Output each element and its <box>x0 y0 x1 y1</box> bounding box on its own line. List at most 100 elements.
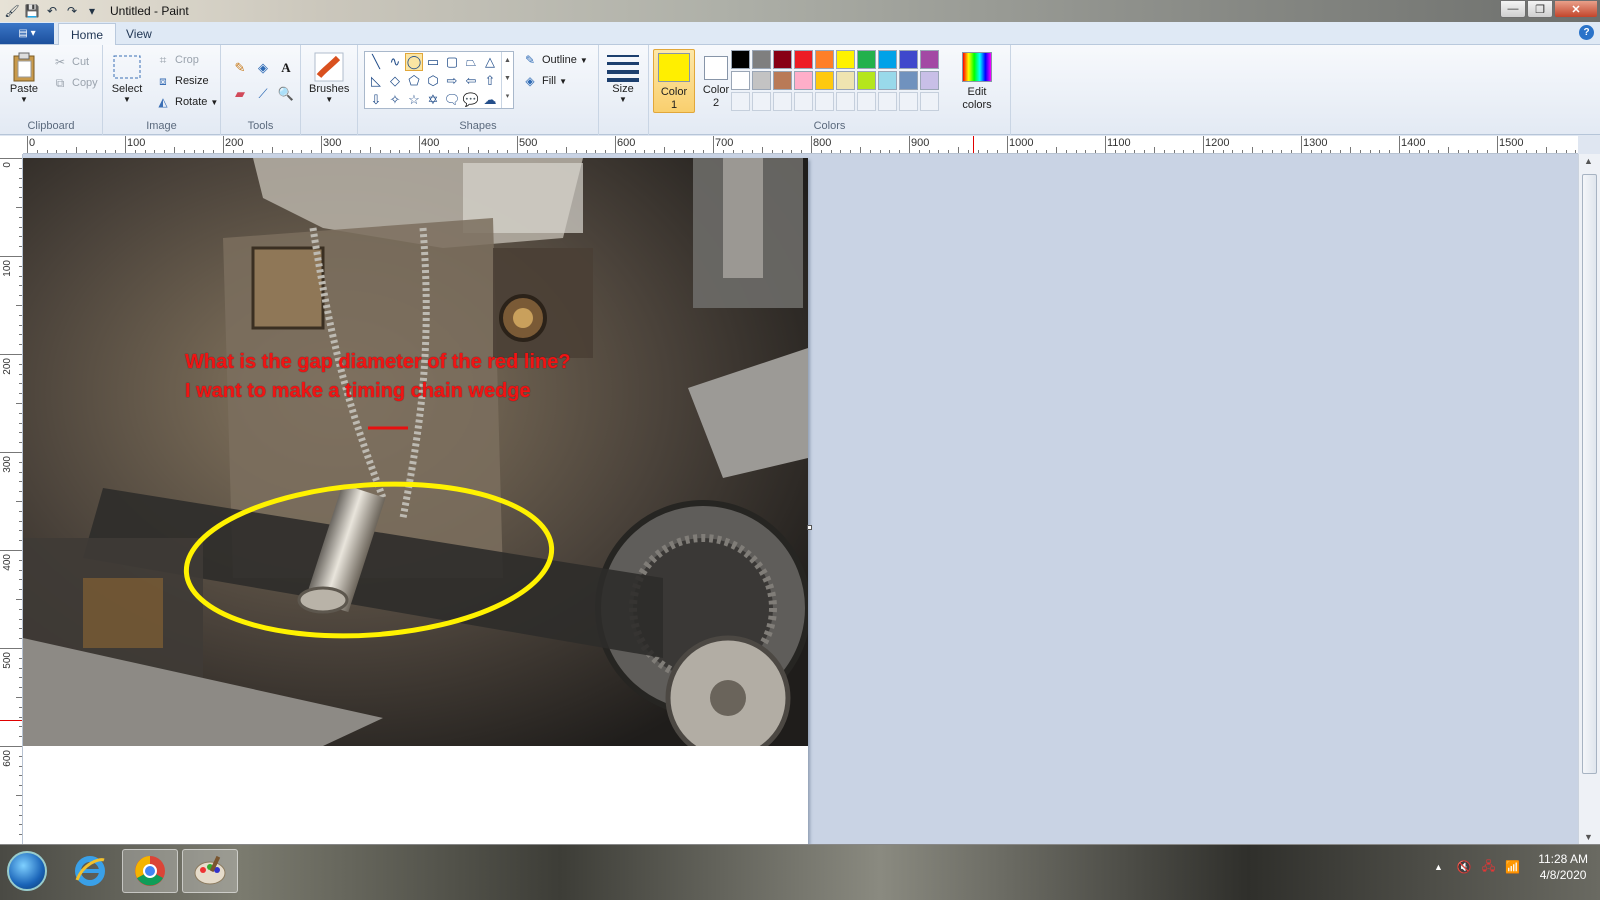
polygon-shape-icon[interactable]: ⏢ <box>462 53 480 71</box>
help-icon[interactable]: ? <box>1579 25 1594 40</box>
palette-color-swatch[interactable] <box>731 50 750 69</box>
customize-quick-access-icon[interactable]: ▾ <box>84 3 100 19</box>
select-dropdown-icon[interactable]: ▼ <box>123 95 131 104</box>
scrollbar-thumb[interactable] <box>1582 174 1597 774</box>
palette-custom-color-slot[interactable] <box>857 92 876 111</box>
palette-custom-color-slot[interactable] <box>920 92 939 111</box>
system-clock[interactable]: 11:28 AM 4/8/2020 <box>1538 851 1588 883</box>
edit-colors-button[interactable]: Edit colors <box>955 49 999 113</box>
palette-custom-color-slot[interactable] <box>773 92 792 111</box>
color2-button[interactable]: Color 2 <box>697 49 735 113</box>
resize-button[interactable]: ⧈ Resize <box>155 72 208 90</box>
save-icon[interactable]: 💾 <box>24 3 40 19</box>
palette-color-swatch[interactable] <box>899 50 918 69</box>
oval-callout-shape-icon[interactable]: 💬 <box>462 91 480 109</box>
palette-color-swatch[interactable] <box>899 71 918 90</box>
left-arrow-shape-icon[interactable]: ⇦ <box>462 72 480 90</box>
size-button[interactable]: Size ▼ <box>607 51 639 104</box>
curve-shape-icon[interactable]: ∿ <box>386 53 404 71</box>
right-arrow-shape-icon[interactable]: ⇨ <box>443 72 461 90</box>
redo-icon[interactable]: ↷ <box>64 3 80 19</box>
paint-taskbar-icon[interactable] <box>182 849 238 893</box>
copy-button[interactable]: ⧉ Copy <box>52 74 98 92</box>
paint-menu-button[interactable]: ▤ ▾ <box>0 23 54 44</box>
palette-color-swatch[interactable] <box>857 50 876 69</box>
hexagon-shape-icon[interactable]: ⬡ <box>424 72 442 90</box>
palette-color-swatch[interactable] <box>836 71 855 90</box>
volume-muted-icon[interactable]: 🔇 <box>1457 860 1472 874</box>
palette-color-swatch[interactable] <box>752 71 771 90</box>
palette-custom-color-slot[interactable] <box>899 92 918 111</box>
triangle-shape-icon[interactable]: △ <box>481 53 499 71</box>
start-button[interactable] <box>7 851 47 891</box>
outline-button[interactable]: ✎ Outline ▼ <box>522 51 588 69</box>
crop-button[interactable]: ⌗ Crop <box>155 51 199 69</box>
tab-home[interactable]: Home <box>58 23 117 45</box>
brushes-button[interactable]: Brushes ▼ <box>309 51 349 104</box>
five-point-star-shape-icon[interactable]: ☆ <box>405 91 423 109</box>
six-point-star-shape-icon[interactable]: ✡ <box>424 91 442 109</box>
palette-custom-color-slot[interactable] <box>878 92 897 111</box>
signal-strength-icon[interactable]: 📶 <box>1505 860 1520 874</box>
palette-custom-color-slot[interactable] <box>752 92 771 111</box>
palette-custom-color-slot[interactable] <box>815 92 834 111</box>
diamond-shape-icon[interactable]: ◇ <box>386 72 404 90</box>
eraser-icon[interactable]: ▰ <box>231 85 249 103</box>
palette-color-swatch[interactable] <box>815 50 834 69</box>
undo-icon[interactable]: ↶ <box>44 3 60 19</box>
palette-color-swatch[interactable] <box>773 71 792 90</box>
palette-custom-color-slot[interactable] <box>731 92 750 111</box>
show-hidden-icons-icon[interactable]: ▲ <box>1434 862 1443 872</box>
palette-color-swatch[interactable] <box>878 50 897 69</box>
drawing-canvas[interactable]: What is the gap diameter of the red line… <box>23 158 812 844</box>
internet-explorer-taskbar-icon[interactable] <box>62 849 118 893</box>
scroll-down-arrow-icon[interactable]: ▼ <box>1584 832 1593 842</box>
canvas-resize-handle[interactable] <box>807 525 812 530</box>
palette-color-swatch[interactable] <box>878 71 897 90</box>
text-tool-icon[interactable]: A <box>277 59 295 77</box>
shapes-scroll[interactable]: ▲ ▼ ▾ <box>501 52 513 108</box>
right-triangle-shape-icon[interactable]: ◺ <box>367 72 385 90</box>
palette-color-swatch[interactable] <box>794 71 813 90</box>
select-button[interactable]: Select ▼ <box>111 51 143 104</box>
four-point-star-shape-icon[interactable]: ✧ <box>386 91 404 109</box>
rectangle-shape-icon[interactable]: ▭ <box>424 53 442 71</box>
paste-button[interactable]: Paste ▼ <box>8 51 40 104</box>
rounded-rectangle-shape-icon[interactable]: ▢ <box>443 53 461 71</box>
vertical-scrollbar[interactable]: ▲ ▼ <box>1578 154 1600 844</box>
down-arrow-shape-icon[interactable]: ⇩ <box>367 91 385 109</box>
palette-color-swatch[interactable] <box>815 71 834 90</box>
up-arrow-shape-icon[interactable]: ⇧ <box>481 72 499 90</box>
palette-custom-color-slot[interactable] <box>836 92 855 111</box>
chrome-taskbar-icon[interactable] <box>122 849 178 893</box>
line-shape-icon[interactable]: ╲ <box>367 53 385 71</box>
paint-app-icon[interactable]: 🖌 <box>4 3 20 19</box>
fill-button[interactable]: ◈ Fill ▼ <box>522 72 567 90</box>
palette-color-swatch[interactable] <box>731 71 750 90</box>
palette-color-swatch[interactable] <box>794 50 813 69</box>
palette-color-swatch[interactable] <box>836 50 855 69</box>
palette-color-swatch[interactable] <box>857 71 876 90</box>
close-button[interactable]: ✕ <box>1554 0 1598 18</box>
minimize-button[interactable]: — <box>1500 0 1526 18</box>
cut-button[interactable]: ✂ Cut <box>52 53 89 71</box>
rounded-callout-shape-icon[interactable]: 🗨 <box>443 91 461 109</box>
cloud-callout-shape-icon[interactable]: ☁ <box>481 91 499 109</box>
scroll-up-arrow-icon[interactable]: ▲ <box>1584 156 1593 166</box>
paste-dropdown-icon[interactable]: ▼ <box>20 95 28 104</box>
oval-shape-icon[interactable]: ◯ <box>405 53 423 71</box>
tab-view[interactable]: View <box>114 23 164 45</box>
color1-button[interactable]: Color 1 <box>653 49 695 113</box>
restore-button[interactable]: ❐ <box>1527 0 1553 18</box>
palette-color-swatch[interactable] <box>752 50 771 69</box>
palette-color-swatch[interactable] <box>920 71 939 90</box>
pencil-icon[interactable]: ✎ <box>231 59 249 77</box>
palette-color-swatch[interactable] <box>773 50 792 69</box>
network-icon[interactable]: 🖧 <box>1482 857 1495 878</box>
palette-custom-color-slot[interactable] <box>794 92 813 111</box>
pentagon-shape-icon[interactable]: ⬠ <box>405 72 423 90</box>
magnifier-icon[interactable]: 🔍 <box>277 85 295 103</box>
rotate-button[interactable]: ◭ Rotate ▼ <box>155 93 218 111</box>
color-picker-icon[interactable]: ⟋ <box>254 85 272 103</box>
palette-color-swatch[interactable] <box>920 50 939 69</box>
